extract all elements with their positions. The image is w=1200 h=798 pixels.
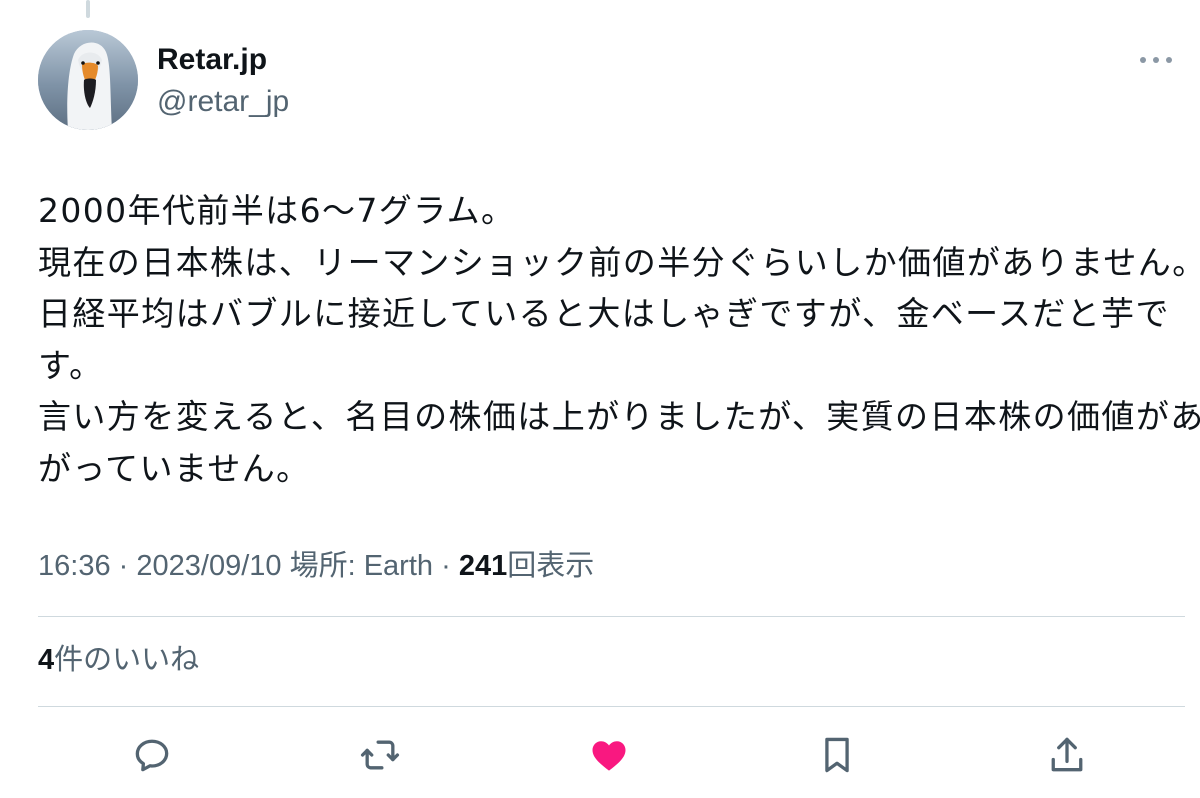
share-button[interactable] [1045, 733, 1089, 777]
thread-connector-line [86, 0, 90, 18]
heart-filled-icon [592, 741, 626, 771]
views-count[interactable]: 241 [459, 550, 507, 582]
tweet-location: 場所: Earth [289, 550, 434, 582]
tweet-header: Retar.jp @retar_jp [38, 30, 1188, 130]
share-icon [1051, 737, 1083, 772]
tweet-text: 2000年代前半は6〜7グラム。 現在の日本株は、リーマンショック前の半分ぐらい… [38, 185, 1200, 494]
divider [38, 706, 1185, 707]
divider [38, 616, 1185, 617]
author-display-name[interactable]: Retar.jp [157, 40, 267, 80]
meta-separator: · [441, 550, 451, 582]
reply-icon [135, 739, 169, 772]
tweet-text-line: 現在の日本株は、リーマンショック前の半分ぐらいしか価値がありません。 [38, 242, 1200, 282]
tweet-text-line: 言い方を変えると、名目の株価は上がりましたが、実質の日本株の価値があ [38, 397, 1200, 436]
avatar[interactable] [38, 30, 138, 130]
retweet-icon [360, 740, 400, 770]
more-horizontal-icon [1140, 57, 1146, 63]
tweet-metadata: 16:36 · 2023/09/10 場所: Earth · 241回表示 [38, 546, 594, 586]
bookmark-icon [825, 737, 849, 773]
likes-summary[interactable]: 4件のいいね [38, 640, 199, 680]
more-options-button[interactable] [1140, 52, 1172, 68]
views-label: 回表示 [507, 550, 595, 582]
tweet-text-line: がっていません。 [38, 448, 311, 488]
tweet-time[interactable]: 16:36 [38, 550, 111, 582]
reply-button[interactable] [130, 733, 174, 777]
tweet-text-line: 日経平均はバブルに接近していると大はしゃぎですが、金ベースだと芋で [38, 294, 1170, 333]
author-handle[interactable]: @retar_jp [157, 82, 289, 122]
likes-count: 4 [38, 644, 55, 676]
likes-label: 件のいいね [54, 644, 200, 676]
meta-separator: · [118, 550, 129, 582]
like-button[interactable] [587, 733, 631, 777]
tweet-text-line: 2000年代前半は6〜7グラム。 [38, 191, 516, 230]
retweet-button[interactable] [358, 733, 402, 777]
tweet-date[interactable]: 2023/09/10 [136, 550, 281, 582]
bookmark-button[interactable] [815, 733, 859, 777]
avatar-swan-image [38, 30, 138, 130]
tweet-text-line: す。 [38, 345, 104, 385]
